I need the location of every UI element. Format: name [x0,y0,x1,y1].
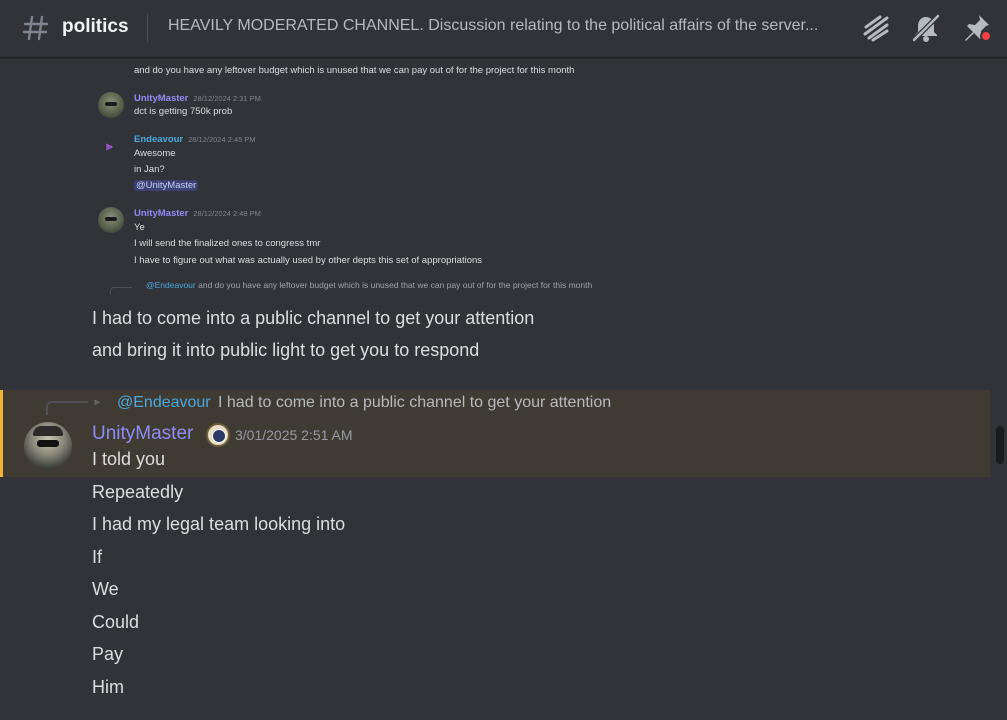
channel-header: politics HEAVILY MODERATED CHANNEL. Disc… [0,0,1007,58]
pin-icon[interactable] [960,12,992,44]
screenshot-text-line: in Jan? [134,164,165,175]
message-line: If [92,547,103,567]
screenshot-author: UnityMaster [134,93,189,104]
reply-connector [46,401,88,415]
screenshot-text-line: I have to figure out what was actually u… [134,255,483,266]
scrollbar-thumb[interactable] [996,426,1004,464]
screenshot-reply-text: and do you have any leftover budget whic… [198,280,593,290]
message-line: I had my legal team looking into [92,514,346,534]
threads-icon[interactable] [860,12,892,44]
screenshot-author: UnityMaster [134,208,189,219]
message-line: I told you [92,449,166,469]
message-timestamp[interactable]: 3/01/2025 2:51 AM [235,427,353,443]
reply-preview-text[interactable]: I had to come into a public channel to g… [218,394,611,412]
mute-bell-icon[interactable] [910,12,942,44]
message-line: Could [92,612,140,632]
message-line: and bring it into public light to get yo… [92,340,480,360]
screenshot-timestamp: 28/12/2024 2:45 PM [188,135,256,144]
hash-icon [22,15,49,41]
screenshot-timestamp: 28/12/2024 2:31 PM [193,94,261,103]
endeavour-logo-icon: ⪢ [106,139,113,153]
avatar-sunglasses [37,440,59,447]
message-author[interactable]: UnityMaster [92,423,193,445]
screenshot-text-line: I will send the finalized ones to congre… [134,238,321,249]
screenshot-avatar [98,207,124,233]
header-divider [147,14,148,42]
screenshot-timestamp: 28/12/2024 2:49 PM [193,209,261,218]
message-line: We [92,579,119,599]
message-line: Pay [92,644,124,664]
channel-name: politics [62,16,129,37]
screenshot-mention: @UnityMaster [134,180,199,191]
screenshot-text-line: Ye [134,222,145,233]
screenshot-text-line: and do you have any leftover budget whic… [134,65,575,76]
screenshot-text-line: dct is getting 750k prob [134,106,233,117]
channel-topic[interactable]: HEAVILY MODERATED CHANNEL. Discussion re… [168,17,848,35]
message-line: I had to come into a public channel to g… [92,308,535,328]
message-line: Repeatedly [92,482,184,502]
scrollbar-track[interactable] [995,60,1003,718]
reply-arrow-icon: ⪢ [94,397,100,408]
message-list[interactable]: and do you have any leftover budget whic… [0,59,993,720]
screenshot-author: Endeavour [134,134,184,145]
screenshot-reply-mention: @Endeavour [146,280,196,290]
avatar-hat [33,426,63,436]
screenshot-reply-preview: @Endeavour and do you have any leftover … [112,280,592,290]
avatar[interactable] [24,422,72,470]
screenshot-avatar [98,92,124,118]
server-badge-icon[interactable] [206,423,230,447]
reply-mention[interactable]: @Endeavour [117,394,211,412]
message-line: Him [92,677,124,697]
screenshot-text-line: Awesome [134,148,176,159]
attached-screenshot[interactable]: and do you have any leftover budget whic… [92,59,612,295]
